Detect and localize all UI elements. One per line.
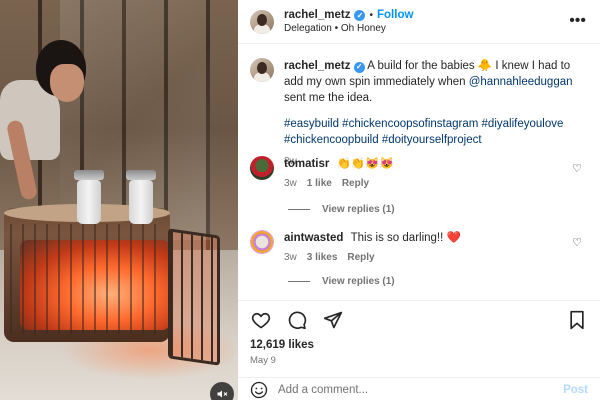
- media-brooder-bars: [10, 224, 166, 334]
- comment-reply-button[interactable]: Reply: [347, 250, 374, 266]
- verified-badge-icon: ✓: [354, 9, 366, 21]
- bookmark-icon: [570, 310, 584, 330]
- more-options-icon[interactable]: •••: [569, 12, 586, 30]
- author-username[interactable]: rachel_metz: [284, 9, 350, 21]
- comment-button[interactable]: [286, 309, 308, 331]
- like-button[interactable]: [250, 309, 272, 331]
- share-button[interactable]: [322, 309, 344, 331]
- separator-dot: •: [369, 9, 373, 21]
- media-feeder-cap: [74, 170, 104, 180]
- caption-username[interactable]: rachel_metz: [284, 60, 350, 72]
- follow-button[interactable]: Follow: [377, 9, 413, 21]
- comment-like-heart-icon[interactable]: ♡: [572, 236, 582, 249]
- caption-text-end: sent me the idea.: [284, 92, 373, 104]
- commenter-username[interactable]: aintwasted: [284, 232, 343, 244]
- post-caption: rachel_metz ✓ A build for the babies 🐥 I…: [250, 58, 586, 170]
- view-replies-label: View replies (1): [322, 204, 395, 215]
- audio-track-link[interactable]: Delegation • Oh Honey: [284, 23, 413, 34]
- share-icon: [323, 311, 343, 329]
- comment-likes-count[interactable]: 1 like: [307, 176, 332, 192]
- comment-item: aintwasted This is so darling!! ❤️ 3w 3 …: [250, 230, 590, 266]
- commenter-avatar[interactable]: [250, 230, 274, 254]
- likes-count[interactable]: 12,619 likes: [250, 339, 314, 351]
- view-replies-button[interactable]: View replies (1): [288, 276, 395, 287]
- comment-reply-button[interactable]: Reply: [342, 176, 369, 192]
- media-waterer-jar: [129, 180, 153, 224]
- comment-likes-count[interactable]: 3 likes: [307, 250, 338, 266]
- media-brooder-door: [168, 228, 220, 366]
- comments-section[interactable]: rachel_metz ✓ A build for the babies 🐥 I…: [238, 44, 600, 300]
- heart-icon: [251, 312, 271, 329]
- caption-hashtags-line-1[interactable]: #easybuild #chickencoopsofinstagram #diy…: [284, 116, 584, 132]
- caption-author-avatar[interactable]: [250, 58, 274, 82]
- post-details-panel: rachel_metz ✓ • Follow Delegation • Oh H…: [238, 0, 600, 400]
- post-date: May 9: [250, 355, 276, 366]
- comment-item: tomatisr 👏👏😻😻 3w 1 like Reply ♡: [250, 156, 590, 192]
- author-avatar[interactable]: [250, 9, 274, 34]
- post-header: rachel_metz ✓ • Follow Delegation • Oh H…: [238, 0, 600, 44]
- add-comment-input[interactable]: [278, 383, 548, 396]
- comment-like-heart-icon[interactable]: ♡: [572, 162, 582, 175]
- save-button[interactable]: [566, 309, 588, 331]
- post-comment-button[interactable]: Post: [563, 384, 588, 396]
- post-actions: 12,619 likes May 9 Post: [238, 300, 600, 400]
- muted-speaker-icon: [217, 390, 228, 398]
- comment-timestamp[interactable]: 3w: [284, 176, 297, 192]
- view-replies-line: [288, 281, 310, 282]
- commenter-avatar[interactable]: [250, 156, 274, 180]
- caption-verified-badge-icon: ✓: [353, 61, 365, 73]
- comment-icon: [288, 311, 307, 330]
- caption-hashtags-line-2[interactable]: #chickencoopbuild #doityourselfproject: [284, 132, 584, 148]
- comment-text: This is so darling!! ❤️: [350, 232, 461, 244]
- view-replies-button[interactable]: View replies (1): [288, 204, 395, 215]
- commenter-username[interactable]: tomatisr: [284, 158, 329, 170]
- view-replies-label: View replies (1): [322, 276, 395, 287]
- emoji-icon[interactable]: [250, 381, 268, 399]
- comment-timestamp[interactable]: 3w: [284, 250, 297, 266]
- media-feeder-jar: [77, 180, 101, 224]
- media-person: [0, 20, 90, 201]
- media-waterer-cap: [126, 170, 156, 180]
- post-media[interactable]: [0, 0, 238, 400]
- comment-text: 👏👏😻😻: [336, 158, 394, 170]
- mute-button[interactable]: [210, 382, 234, 400]
- view-replies-line: [288, 209, 310, 210]
- add-comment-bar: Post: [238, 377, 600, 400]
- caption-mention-link[interactable]: @hannahleeduggan: [469, 76, 573, 88]
